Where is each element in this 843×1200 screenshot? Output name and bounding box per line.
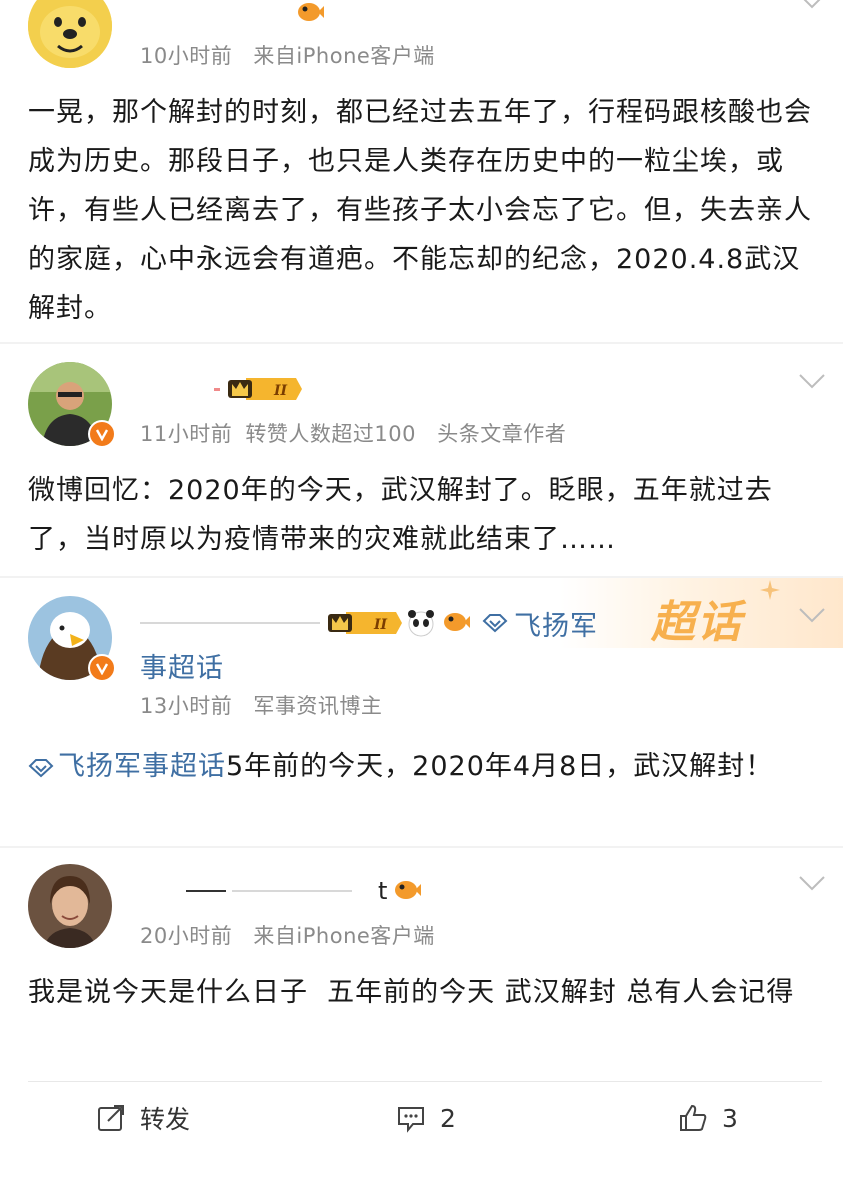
username-row[interactable]: t <box>186 874 422 908</box>
avatar[interactable] <box>28 864 112 948</box>
comment-text: 我是说今天是什么日子 五年前的今天 武汉解封 总有人会记得 <box>28 977 795 1008</box>
comment-source: 来自iPhone客户端 <box>253 924 435 948</box>
footer-divider <box>28 1081 822 1082</box>
woman-portrait-avatar-icon <box>28 864 112 948</box>
redacted-username <box>232 890 352 892</box>
thumbs-up-icon <box>680 1104 707 1131</box>
comment-count: 2 <box>440 1103 456 1133</box>
comment-time: 20小时前 <box>140 924 233 948</box>
repost-button[interactable]: 转发 <box>96 1098 190 1138</box>
repost-icon <box>98 1105 124 1131</box>
chevron-down-icon[interactable] <box>798 874 826 892</box>
comment-icon <box>398 1107 424 1133</box>
repost-label: 转发 <box>140 1105 191 1134</box>
comment-button[interactable]: 2 <box>396 1098 456 1138</box>
like-button[interactable]: 3 <box>678 1098 738 1138</box>
redacted-username <box>186 890 226 892</box>
comment-4: t 20小时前 来自iPhone客户端 我是说今天是什么日子 五年前的今天 武汉… <box>0 0 843 1080</box>
username-fragment: t <box>378 877 388 905</box>
fish-emoji-icon <box>395 881 422 899</box>
comment-meta: 20小时前 来自iPhone客户端 <box>140 920 435 950</box>
like-count: 3 <box>722 1103 738 1133</box>
